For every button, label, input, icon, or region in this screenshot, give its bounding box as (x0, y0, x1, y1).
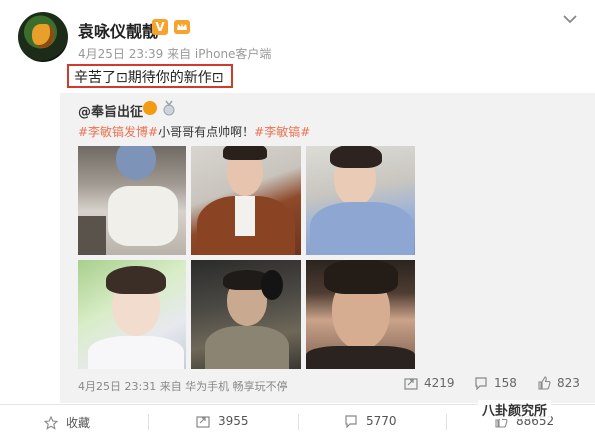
crown-badge-icon (174, 20, 190, 34)
avatar-figure (32, 24, 54, 48)
comment-icon (345, 415, 357, 429)
repost-count: 4219 (424, 376, 455, 390)
post-meta: 4月25日 23:39 来自 iPhone客户端 (78, 47, 272, 61)
favorite-label: 收藏 (66, 416, 91, 430)
thumbs-up-icon (538, 376, 551, 390)
repost-author[interactable]: @奉旨出征 (78, 101, 143, 120)
photo-thumbnail[interactable] (306, 146, 415, 255)
repost-button[interactable]: 3955 (196, 414, 249, 428)
repost-text: #李敏镐发博#小哥哥有点帅啊！#李敏镐# (78, 123, 310, 140)
action-separator (298, 414, 299, 430)
post-text: 辛苦了⊡期待你的新作⊡ (74, 70, 224, 86)
photo-thumbnail[interactable] (78, 260, 186, 369)
photo-thumbnail[interactable] (191, 260, 301, 369)
comment-button[interactable]: 5770 (344, 414, 397, 429)
photo-thumbnail[interactable] (191, 146, 301, 255)
comment-icon (475, 377, 487, 391)
comment-button-count: 5770 (366, 414, 397, 428)
avatar[interactable] (18, 12, 68, 62)
hashtag-link[interactable]: #李敏镐# (254, 125, 310, 139)
repost-text-plain: 小哥哥有点帅啊！ (158, 125, 255, 139)
repost-icon (404, 378, 418, 390)
verified-badge-icon: V (152, 19, 168, 35)
photo-thumbnail[interactable] (78, 146, 186, 255)
chevron-down-icon[interactable] (563, 14, 577, 24)
photo-thumbnail[interactable] (306, 260, 415, 369)
hashtag-link[interactable]: #李敏镐发博# (78, 125, 158, 139)
action-separator (148, 414, 149, 430)
gold-verified-icon (143, 101, 157, 115)
repost-comment-count[interactable]: 158 (474, 376, 517, 391)
repost-meta: 4月25日 23:31 来自 华为手机 畅享玩不停 (78, 380, 288, 393)
star-icon (43, 415, 59, 430)
repost-repost-count[interactable]: 4219 (404, 376, 455, 390)
action-separator (446, 414, 447, 430)
username[interactable]: 袁咏仪靓靓 (78, 18, 158, 42)
repost-like-count[interactable]: 823 (537, 376, 580, 390)
comment-count: 158 (494, 376, 517, 390)
repost-icon (196, 416, 210, 428)
like-count: 823 (557, 376, 580, 390)
medal-icon (163, 100, 175, 116)
favorite-button[interactable]: 收藏 (43, 414, 91, 431)
repost-button-count: 3955 (218, 414, 249, 428)
watermark: 八卦颜究所 (478, 400, 552, 419)
